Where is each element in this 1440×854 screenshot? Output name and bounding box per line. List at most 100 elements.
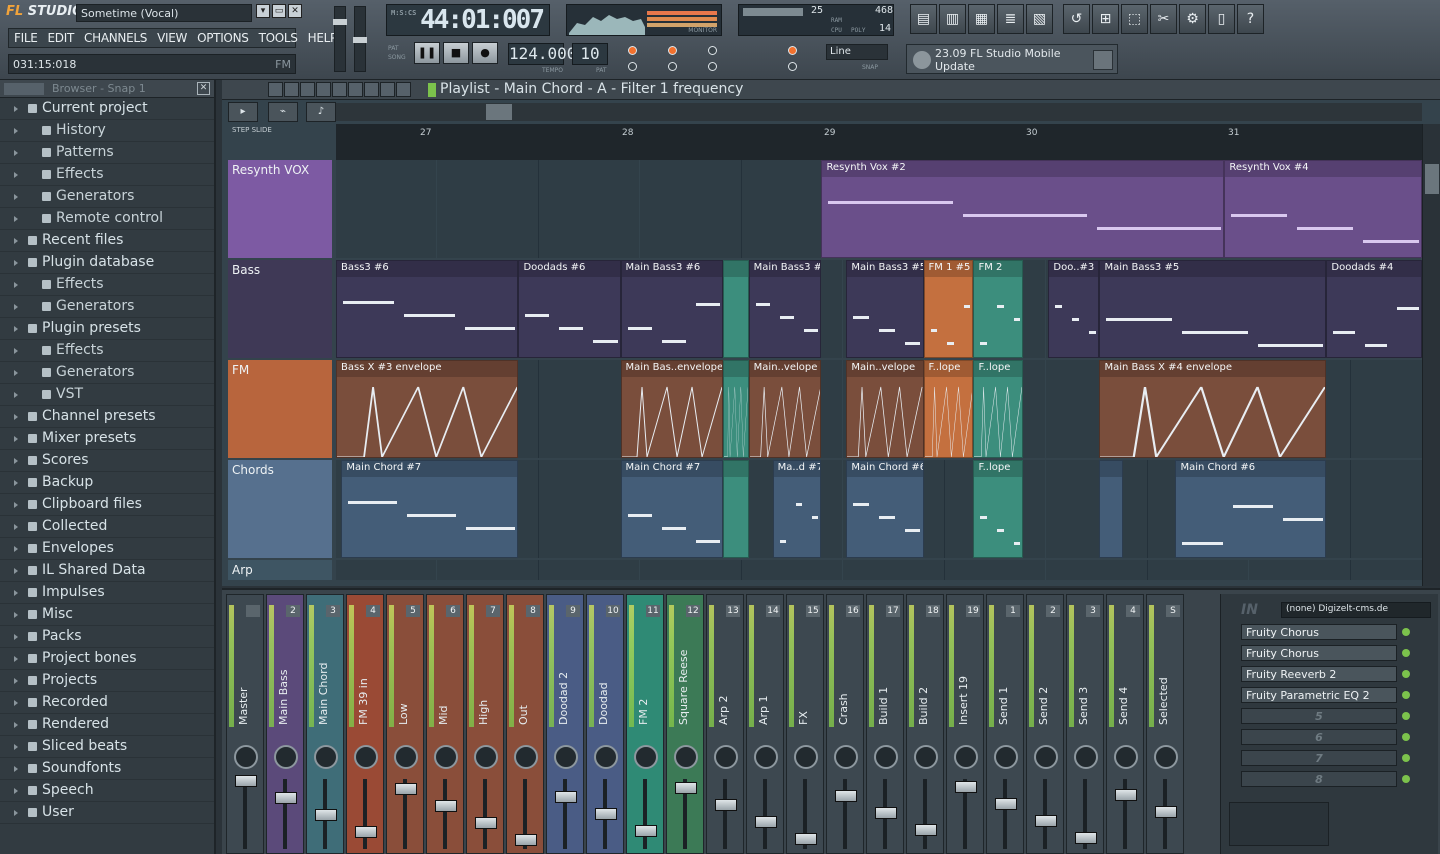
- expand-icon[interactable]: [14, 678, 18, 684]
- pan-knob[interactable]: [1074, 745, 1098, 769]
- fader-handle[interactable]: [915, 824, 937, 836]
- delete-tool-icon[interactable]: [300, 82, 315, 97]
- expand-icon[interactable]: [14, 238, 18, 244]
- mixer-icon[interactable]: ≣: [997, 4, 1024, 34]
- vertical-scrollbar[interactable]: [1422, 124, 1440, 586]
- track-header[interactable]: Chords: [228, 460, 332, 558]
- mute-tool-icon[interactable]: [316, 82, 331, 97]
- input-select[interactable]: (none) Digizelt-cms.de: [1281, 602, 1431, 618]
- pattern-picker-button[interactable]: ⌁: [268, 102, 298, 122]
- playlist-clip[interactable]: F..lope: [973, 360, 1024, 458]
- track-label[interactable]: Arp 2: [717, 615, 735, 725]
- browser-item[interactable]: Generators: [0, 362, 214, 384]
- playlist-clip[interactable]: Main Chord #7: [620, 460, 723, 558]
- pause-button[interactable]: ❚❚: [414, 42, 440, 64]
- undo-icon[interactable]: ↺: [1063, 4, 1090, 34]
- playlist-clip[interactable]: Main Chord #7: [341, 460, 519, 558]
- menu-file[interactable]: FILE: [9, 29, 43, 47]
- fader-handle[interactable]: [355, 826, 377, 838]
- menu-options[interactable]: OPTIONS: [192, 29, 254, 47]
- volume-fader[interactable]: [723, 779, 727, 849]
- export-icon[interactable]: ⬚: [1121, 4, 1148, 34]
- browser-item[interactable]: VST: [0, 384, 214, 406]
- oscilloscope[interactable]: MONITOR: [566, 4, 722, 36]
- track-label[interactable]: Send 3: [1077, 615, 1095, 725]
- playlist-clip[interactable]: [722, 360, 749, 458]
- mixer-track[interactable]: 6 Mid: [426, 594, 464, 854]
- playlist-clip[interactable]: Doodads #4: [1326, 260, 1422, 358]
- browser-item[interactable]: Recorded: [0, 692, 214, 714]
- track-label[interactable]: Build 1: [877, 615, 895, 725]
- track-lane[interactable]: Main Chord #7 Main Chord #7 Ma..d #7 Main C…: [336, 460, 1422, 558]
- track-label[interactable]: Selected: [1157, 615, 1175, 725]
- playlist-clip[interactable]: F..lope: [973, 460, 1024, 558]
- pan-knob[interactable]: [514, 745, 538, 769]
- expand-icon[interactable]: [14, 766, 18, 772]
- pan-knob[interactable]: [794, 745, 818, 769]
- pan-knob[interactable]: [1154, 745, 1178, 769]
- expand-icon[interactable]: [14, 480, 18, 486]
- help-icon[interactable]: ?: [1237, 4, 1264, 34]
- pan-knob[interactable]: [354, 745, 378, 769]
- browser-item[interactable]: History: [0, 120, 214, 142]
- browser-item[interactable]: User: [0, 802, 214, 824]
- fx-slot[interactable]: Fruity Chorus: [1241, 624, 1410, 640]
- fader-handle[interactable]: [875, 807, 897, 819]
- track-label[interactable]: Main Chord: [317, 615, 335, 725]
- track-label[interactable]: Build 2: [917, 615, 935, 725]
- volume-fader[interactable]: [443, 779, 447, 849]
- track-label[interactable]: Mid: [437, 615, 455, 725]
- fader-handle[interactable]: [1155, 806, 1177, 818]
- mixer-track[interactable]: 17 Build 1: [866, 594, 904, 854]
- track-label[interactable]: Send 1: [997, 615, 1015, 725]
- mixer-track[interactable]: 2 Send 2: [1026, 594, 1064, 854]
- menu-edit[interactable]: EDIT: [43, 29, 80, 47]
- track-header[interactable]: Arp: [228, 560, 332, 580]
- playlist-clip[interactable]: Main Bass3 #6: [620, 260, 723, 358]
- expand-icon[interactable]: [14, 128, 18, 134]
- playlist-clip[interactable]: Main Bass X #4 envelope: [1099, 360, 1327, 458]
- browser-item[interactable]: Mixer presets: [0, 428, 214, 450]
- track-label[interactable]: Send 2: [1037, 615, 1055, 725]
- pan-knob[interactable]: [594, 745, 618, 769]
- browser-item[interactable]: Current project: [0, 98, 214, 120]
- volume-fader[interactable]: [243, 779, 247, 849]
- track-label[interactable]: Master: [237, 615, 255, 725]
- mixer-track[interactable]: 5 Low: [386, 594, 424, 854]
- countdown-toggle[interactable]: [668, 46, 677, 55]
- browser-item[interactable]: Channel presets: [0, 406, 214, 428]
- expand-icon[interactable]: [14, 590, 18, 596]
- track-label[interactable]: Out: [517, 615, 535, 725]
- fx-slot[interactable]: 7: [1241, 750, 1410, 766]
- menu-channels[interactable]: CHANNELS: [79, 29, 152, 47]
- expand-icon[interactable]: [14, 810, 18, 816]
- mixer-track[interactable]: Master: [226, 594, 264, 854]
- pan-knob[interactable]: [954, 745, 978, 769]
- fader-handle[interactable]: [1035, 815, 1057, 827]
- volume-fader[interactable]: [1043, 779, 1047, 849]
- project-info-icon[interactable]: ▯: [1208, 4, 1235, 34]
- fx-slot[interactable]: 6: [1241, 729, 1410, 745]
- browser-item[interactable]: Plugin presets: [0, 318, 214, 340]
- main-pitch-slider[interactable]: [353, 6, 367, 72]
- mixer-track[interactable]: 7 High: [466, 594, 504, 854]
- tools-icon[interactable]: ✂: [1150, 4, 1177, 34]
- expand-icon[interactable]: [14, 370, 18, 376]
- expand-icon[interactable]: [14, 700, 18, 706]
- mixer-track[interactable]: 18 Build 2: [906, 594, 944, 854]
- pan-knob[interactable]: [474, 745, 498, 769]
- fader-handle[interactable]: [715, 799, 737, 811]
- fader-handle[interactable]: [275, 792, 297, 804]
- menu-tools[interactable]: TOOLS: [254, 29, 303, 47]
- wait-toggle[interactable]: [668, 62, 677, 71]
- eq-display[interactable]: [1229, 802, 1329, 846]
- rec-mode-toggle[interactable]: [628, 46, 637, 55]
- browser-item[interactable]: Effects: [0, 340, 214, 362]
- pan-knob[interactable]: [1034, 745, 1058, 769]
- step-edit-toggle[interactable]: [788, 46, 797, 55]
- fader-handle[interactable]: [235, 775, 257, 787]
- expand-icon[interactable]: [14, 744, 18, 750]
- volume-fader[interactable]: [563, 779, 567, 849]
- expand-icon[interactable]: [14, 282, 18, 288]
- news-update-button[interactable]: [1093, 50, 1113, 70]
